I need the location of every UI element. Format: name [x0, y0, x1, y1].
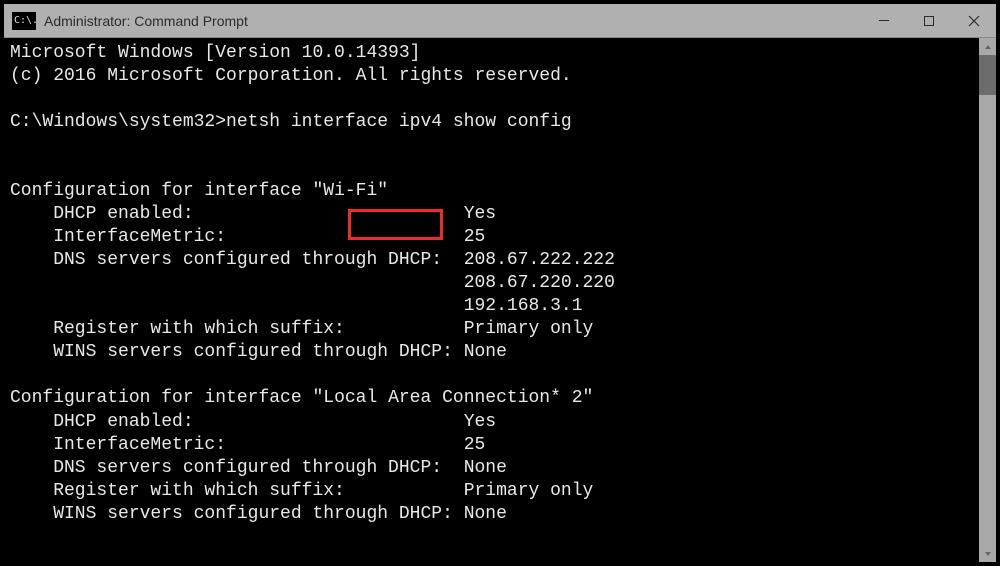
iface1-dns3: 192.168.3.1	[464, 296, 583, 316]
titlebar[interactable]: C:\. Administrator: Command Prompt	[4, 4, 996, 38]
iface-header-prefix: Configuration for interface	[10, 181, 312, 201]
minimize-icon	[878, 15, 890, 27]
iface-name-2: "Local Area Connection* 2"	[312, 388, 593, 408]
console-wrapper: Microsoft Windows [Version 10.0.14393] (…	[4, 38, 996, 562]
close-icon	[967, 14, 981, 28]
maximize-icon	[923, 15, 935, 27]
close-button[interactable]	[951, 4, 996, 38]
os-version-line: Microsoft Windows [Version 10.0.14393]	[10, 43, 420, 63]
iface1-dns1: 208.67.222.222	[464, 250, 615, 270]
cmd-icon: C:\.	[12, 12, 36, 30]
iface2-dhcp: Yes	[464, 412, 496, 432]
terminal-output[interactable]: Microsoft Windows [Version 10.0.14393] (…	[4, 38, 979, 562]
iface-name-1: "Wi-Fi"	[312, 181, 388, 201]
chevron-down-icon	[984, 550, 992, 558]
scroll-down-button[interactable]	[979, 545, 996, 562]
maximize-button[interactable]	[906, 4, 951, 38]
iface2-wins: None	[464, 504, 507, 524]
scroll-up-button[interactable]	[979, 38, 996, 55]
window-frame: C:\. Administrator: Command Prompt Micro…	[0, 0, 1000, 566]
chevron-up-icon	[984, 43, 992, 51]
scrollbar-track[interactable]	[979, 55, 996, 545]
iface1-register: Primary only	[464, 319, 594, 339]
copyright-line: (c) 2016 Microsoft Corporation. All righ…	[10, 66, 572, 86]
iface1-wins: None	[464, 342, 507, 362]
scrollbar-thumb[interactable]	[979, 55, 996, 95]
iface-header-prefix-2: Configuration for interface	[10, 388, 312, 408]
window-title: Administrator: Command Prompt	[44, 13, 248, 29]
iface2-metric: 25	[464, 435, 486, 455]
prompt-path: C:\Windows\system32>	[10, 112, 226, 132]
iface2-register: Primary only	[464, 481, 594, 501]
vertical-scrollbar[interactable]	[979, 38, 996, 562]
command-typed: netsh interface ipv4 show config	[226, 112, 572, 132]
minimize-button[interactable]	[861, 4, 906, 38]
iface1-dhcp: Yes	[464, 204, 496, 224]
iface1-metric: 25	[464, 227, 486, 247]
iface2-dns: None	[464, 458, 507, 478]
iface1-dns2: 208.67.220.220	[464, 273, 615, 293]
